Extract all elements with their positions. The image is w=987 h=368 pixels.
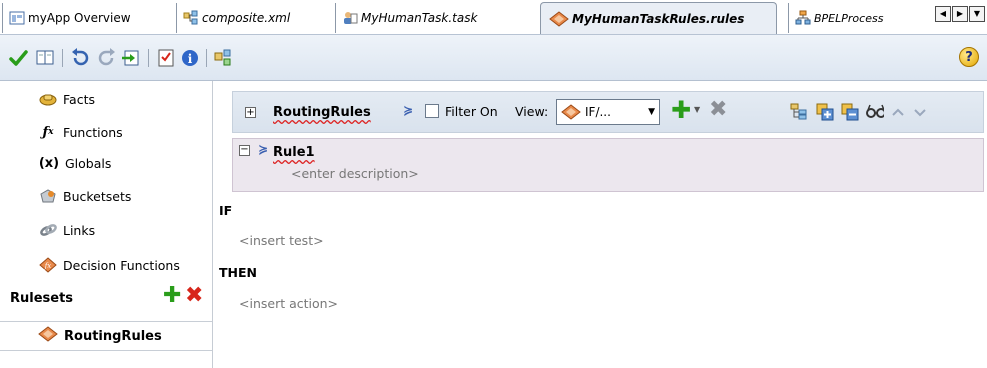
delete-rule-icon[interactable]: ✖ xyxy=(709,97,727,122)
book-icon[interactable] xyxy=(35,48,55,68)
functions-icon: ƒx xyxy=(42,124,54,140)
rule-description-field[interactable]: <enter description> xyxy=(291,166,419,181)
test-icon[interactable] xyxy=(213,48,233,68)
tab-myhumantask[interactable]: MyHumanTask.task xyxy=(335,3,520,33)
if-then-view-icon xyxy=(561,104,581,120)
show-advanced-settings-icon[interactable] xyxy=(866,103,884,121)
expand-ruleset-icon[interactable]: + xyxy=(245,107,256,118)
rules-editor-toolbar: i ? xyxy=(0,35,987,81)
svg-text:i: i xyxy=(188,52,193,66)
globals-icon: (x) xyxy=(38,155,60,171)
tab-scroll-right-icon[interactable]: ▶ xyxy=(952,6,968,22)
tab-bpelprocess[interactable]: BPELProcess xyxy=(788,3,926,33)
rule-chevron-icon[interactable]: ≽ xyxy=(258,142,268,156)
insert-test-link[interactable]: <insert test> xyxy=(239,233,324,248)
nav-item-decision-functions[interactable]: fx Decision Functions xyxy=(38,255,180,275)
undo-icon[interactable] xyxy=(70,48,90,68)
chevron-down-icon: ▼ xyxy=(648,107,655,117)
tab-label: myApp Overview xyxy=(28,11,131,25)
tab-label: BPELProcess xyxy=(814,11,884,25)
view-dropdown[interactable]: IF/... ▼ xyxy=(556,99,660,125)
move-down-icon[interactable] xyxy=(911,103,929,121)
bpel-icon xyxy=(795,10,811,26)
toolbar-separator xyxy=(62,49,63,67)
editor-tab-strip: myApp Overview composite.xml MyHumanTask… xyxy=(0,0,987,35)
nav-item-facts[interactable]: Facts xyxy=(38,89,95,109)
view-label: View: xyxy=(515,104,549,119)
links-icon xyxy=(38,221,58,239)
validate-icon[interactable] xyxy=(8,48,28,68)
rule-editor: + RoutingRules ≽ Filter On View: IF/... … xyxy=(213,81,987,368)
nav-item-links[interactable]: Links xyxy=(38,220,95,240)
ruleset-name[interactable]: RoutingRules xyxy=(273,105,371,120)
nav-item-bucketsets[interactable]: Bucketsets xyxy=(38,186,131,206)
nav-item-label: Functions xyxy=(63,124,123,140)
tab-myhumantaskrules[interactable]: MyHumanTaskRules.rules xyxy=(540,2,777,34)
checklist-icon[interactable] xyxy=(156,48,176,68)
rules-navigator: Facts ƒx Functions (x) Globals Bucketset… xyxy=(0,81,213,368)
help-icon[interactable]: ? xyxy=(959,47,979,67)
add-ruleset-icon[interactable]: ✚ xyxy=(163,285,183,307)
if-keyword: IF xyxy=(219,203,233,218)
filter-on-label: Filter On xyxy=(445,104,498,119)
filter-on-checkbox[interactable] xyxy=(425,104,439,118)
nav-item-functions[interactable]: ƒx Functions xyxy=(38,122,123,142)
tab-myapp-overview[interactable]: myApp Overview xyxy=(2,3,167,33)
nav-item-label: Globals xyxy=(65,155,112,171)
ruleset-label: RoutingRules xyxy=(64,328,162,344)
move-up-icon[interactable] xyxy=(889,103,907,121)
then-keyword: THEN xyxy=(219,265,257,280)
nav-item-label: Facts xyxy=(63,91,95,107)
bucketsets-icon xyxy=(38,187,58,205)
tab-label: MyHumanTaskRules.rules xyxy=(572,11,745,26)
overview-icon xyxy=(9,10,25,26)
ruleset-item-routingrules[interactable]: RoutingRules xyxy=(0,321,212,351)
nav-item-globals[interactable]: (x) Globals xyxy=(38,153,112,173)
add-rule-icon[interactable]: ✚ xyxy=(671,96,691,124)
nav-item-label: Links xyxy=(63,222,96,238)
facts-icon xyxy=(38,90,58,108)
collapse-rule-icon[interactable]: − xyxy=(239,145,250,156)
rule-panel: − ≽ Rule1 <enter description> xyxy=(232,138,984,192)
view-dropdown-value: IF/... xyxy=(585,105,611,119)
nav-item-label: Decision Functions xyxy=(63,257,180,273)
rules-icon xyxy=(549,10,569,27)
svg-text:fx: fx xyxy=(44,262,52,270)
expand-all-icon[interactable] xyxy=(816,103,834,121)
toolbar-separator xyxy=(148,49,149,67)
insert-action-link[interactable]: <insert action> xyxy=(239,296,338,311)
tree-mode-icon[interactable] xyxy=(790,103,808,121)
tab-composite[interactable]: composite.xml xyxy=(176,3,326,33)
tab-label: MyHumanTask.task xyxy=(361,11,478,25)
tab-scroll-left-icon[interactable]: ◀ xyxy=(935,6,951,22)
ruleset-header-bar: + RoutingRules ≽ Filter On View: IF/... … xyxy=(232,91,984,133)
toolbar-separator xyxy=(206,49,207,67)
ruleset-icon xyxy=(38,326,58,346)
redo-icon[interactable] xyxy=(97,48,117,68)
collapse-chevron-icon[interactable]: ≽ xyxy=(403,103,413,117)
collapse-all-icon[interactable] xyxy=(841,103,859,121)
tab-list-dropdown-icon[interactable]: ▼ xyxy=(969,6,985,22)
info-icon[interactable]: i xyxy=(180,48,200,68)
import-icon[interactable] xyxy=(121,48,141,68)
tab-label: composite.xml xyxy=(202,11,291,25)
rule-name[interactable]: Rule1 xyxy=(273,145,315,160)
human-task-icon xyxy=(342,10,358,26)
decision-functions-icon: fx xyxy=(38,256,58,274)
add-rule-dropdown-icon[interactable]: ▼ xyxy=(694,105,700,114)
delete-ruleset-icon[interactable]: ✖ xyxy=(185,285,205,307)
composite-icon xyxy=(183,10,199,26)
tab-navigation: ◀ ▶ ▼ xyxy=(935,6,985,22)
nav-item-label: Bucketsets xyxy=(63,188,132,204)
